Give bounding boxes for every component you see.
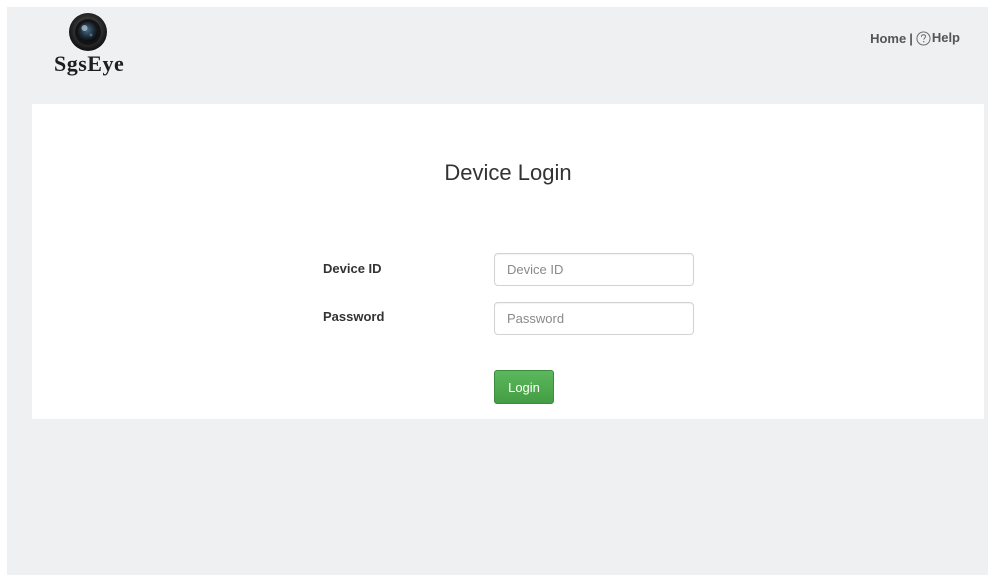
help-icon bbox=[916, 31, 931, 46]
logo-text: SgsEye bbox=[54, 51, 125, 76]
login-button[interactable]: Login bbox=[494, 370, 554, 404]
camera-lens-icon bbox=[69, 13, 107, 51]
help-link[interactable]: Help bbox=[916, 30, 960, 46]
password-input[interactable] bbox=[494, 302, 694, 335]
device-id-label: Device ID bbox=[323, 261, 382, 276]
nav-separator: | bbox=[909, 30, 913, 46]
logo[interactable]: SgsEye bbox=[54, 11, 150, 81]
login-panel: Device Login Device ID Password Login bbox=[32, 104, 984, 419]
top-nav: Home | Help bbox=[870, 30, 960, 46]
page-title: Device Login bbox=[444, 160, 572, 185]
home-link[interactable]: Home bbox=[870, 31, 906, 46]
help-link-label: Help bbox=[931, 30, 960, 45]
password-label: Password bbox=[323, 309, 385, 324]
device-id-input[interactable] bbox=[494, 253, 694, 286]
page-frame: SgsEye Home | Help Device Login Device I… bbox=[7, 7, 988, 575]
